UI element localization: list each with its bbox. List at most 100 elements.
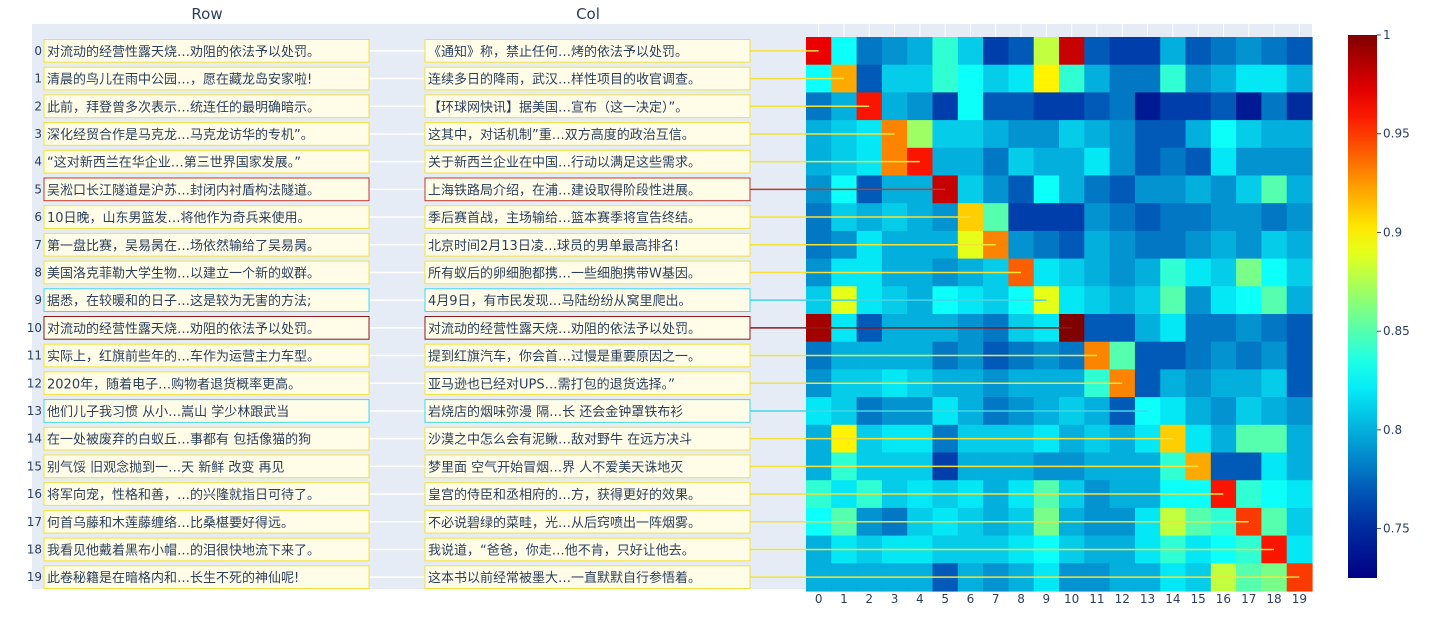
heatmap-cell (1160, 369, 1187, 398)
row-index: 8 (34, 265, 42, 279)
heatmap-cell (1109, 147, 1136, 177)
x-tick-label: 11 (1089, 592, 1104, 606)
row-index: 19 (27, 570, 42, 584)
heatmap-cell (1286, 424, 1313, 454)
heatmap-cell (1008, 203, 1035, 232)
col-label: 关于新西兰企业在中国…行动以满足这些需求。 (428, 155, 701, 171)
heatmap-cell (1084, 230, 1111, 260)
col-label: 我说道，“爸爸，你走…他不肯，只好让他去。 (428, 543, 695, 558)
row-label: 10日晚，山东男篮发…将他作为奇兵来使用。 (47, 210, 311, 226)
col-label: 亚马逊也已经对UPS…需打包的退货选择。” (428, 376, 675, 392)
row-label: 此卷秘籍是在暗格内和…长生不死的神仙呢! (47, 570, 299, 586)
col-label: 【环球网快讯】据美国…宣布（这一决定）”。 (428, 99, 688, 115)
heatmap-cell (1286, 230, 1313, 260)
heatmap-cell (1286, 480, 1313, 509)
heatmap-cell (1109, 175, 1136, 204)
heatmap-cell (1236, 64, 1262, 93)
heatmap-cell (1134, 341, 1161, 370)
heatmap-cell (1185, 37, 1212, 66)
heatmap-cell (1109, 37, 1136, 66)
row-label: 据悉，在较暖和的日子…这是较为无害的方法; (47, 293, 311, 309)
heatmap-cell (932, 64, 959, 93)
heatmap-cell (1008, 120, 1035, 149)
heatmap-cell (1286, 286, 1313, 315)
heatmap-cell (1261, 120, 1288, 149)
heatmap-cell (1236, 397, 1262, 426)
heatmap-cell (1033, 230, 1060, 260)
heatmap-cell (1033, 37, 1060, 66)
heatmap-cell (881, 64, 908, 93)
heatmap-cell (1236, 175, 1262, 204)
heatmap-cell (1134, 230, 1161, 260)
heatmap-cell (1210, 452, 1237, 481)
heatmap-cell (983, 37, 1009, 66)
heatmap-cell (1059, 64, 1085, 93)
heatmap-cell (1109, 314, 1136, 343)
heatmap-cell (1236, 92, 1262, 121)
heatmap-cell (932, 147, 959, 177)
row-index: 12 (27, 376, 42, 390)
heatmap-cell (1286, 369, 1313, 398)
heatmap-cell (983, 92, 1009, 121)
heatmap-cell (1033, 258, 1060, 287)
heatmap-cell (856, 64, 883, 93)
heatmap-cell (1084, 258, 1111, 287)
heatmap-cell (1185, 258, 1212, 287)
heatmap-cell (1160, 147, 1187, 177)
heatmap-cell (1185, 230, 1212, 260)
x-tick-label: 8 (1017, 592, 1025, 606)
heatmap-cell (1261, 369, 1288, 398)
heatmap-cell (1160, 397, 1187, 426)
x-tick-label: 16 (1216, 592, 1231, 606)
row-label: “这对新西兰在华企业…第三世界国家发展。” (47, 155, 301, 171)
heatmap-cell (983, 64, 1009, 93)
heatmap-cell (1261, 452, 1288, 481)
heatmap-cell (957, 64, 984, 93)
x-tick-label: 15 (1191, 592, 1206, 606)
heatmap-cell (1033, 92, 1060, 121)
row-label: 在一处被废弃的白蚁丘…事都有 包括像猫的狗 (47, 432, 311, 448)
heatmap-cell (1185, 314, 1212, 343)
row-label: 何首乌藤和木莲藤缠络…比桑椹要好得远。 (47, 515, 294, 531)
heatmap-cell (1109, 120, 1136, 149)
heatmap-cell (1261, 64, 1288, 93)
heatmap-cell (1185, 286, 1212, 315)
col-label: 岩烧店的烟味弥漫 隔…长 还会金钟罩铁布衫 (428, 404, 683, 420)
heatmap-cell (1210, 230, 1237, 260)
heatmap-cell (1084, 314, 1111, 343)
row-label: 此前，拜登曾多次表示…统连任的最明确暗示。 (47, 99, 320, 115)
heatmap-cell (1160, 64, 1187, 93)
heatmap-cell (1134, 64, 1161, 93)
heatmap-cell (1261, 147, 1288, 177)
heatmap-cell (1261, 258, 1288, 287)
heatmap-cell (1008, 230, 1035, 260)
col-label: 沙漠之中怎么会有泥鳅…敌对野牛 在远方决斗 (428, 432, 692, 448)
heatmap-cell (1236, 258, 1262, 287)
row-index: 18 (27, 542, 42, 556)
row-label: 第一盘比赛，吴易昺在…场依然输给了吴易昺。 (47, 238, 320, 254)
heatmap-cell (1134, 175, 1161, 204)
heatmap-cell (1033, 64, 1060, 93)
heatmap-cell (1286, 92, 1313, 121)
heatmap-cell (1210, 369, 1237, 398)
heatmap-cell (1261, 314, 1288, 343)
heatmap-cell (1008, 37, 1035, 66)
colorbar-tick-label: 0.75 (1383, 522, 1410, 536)
heatmap-cell (1134, 258, 1161, 287)
heatmap-cell (1286, 120, 1313, 149)
x-tick-label: 18 (1266, 592, 1281, 606)
heatmap-cell (1286, 452, 1313, 481)
heatmap-cell (1160, 203, 1187, 232)
heatmap-cell (1084, 147, 1111, 177)
heatmap-cell (1084, 37, 1111, 66)
row-label: 我看见他戴着黑布小帽…的泪很快地流下来了。 (47, 542, 320, 558)
heatmap-cell (932, 37, 959, 66)
heatmap-cell (1210, 92, 1237, 121)
x-tick-label: 1 (840, 592, 848, 606)
colorbar-tick-label: 0.8 (1383, 423, 1402, 437)
row-index: 3 (34, 127, 42, 141)
row-label: 对流动的经营性露天烧…劝阻的依法予以处罚。 (47, 321, 320, 337)
heatmap-cell (1084, 203, 1111, 232)
heatmap-cell (907, 37, 934, 66)
row-index: 6 (34, 210, 42, 224)
